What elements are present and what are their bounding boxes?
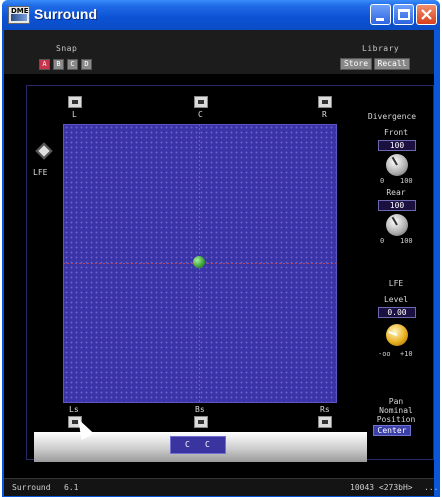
status-mode: 6.1	[64, 483, 79, 492]
speaker-label-r: R	[322, 110, 327, 119]
maximize-icon	[398, 9, 410, 20]
speaker-label-c: C	[198, 110, 203, 119]
center-button[interactable]: Center	[373, 425, 411, 436]
store-button[interactable]: Store	[340, 58, 372, 70]
lfe-level-value[interactable]: 0.00	[378, 307, 416, 318]
channel-left: C	[185, 440, 190, 449]
lfe-level-label: Level	[383, 295, 409, 304]
pan-position-label: Position	[376, 415, 416, 424]
close-button[interactable]	[416, 4, 437, 25]
maximize-button[interactable]	[393, 4, 414, 25]
divergence-rear-value[interactable]: 100	[378, 200, 416, 211]
speaker-icon-r[interactable]	[318, 96, 332, 108]
divergence-front-max: 100	[400, 177, 413, 185]
speaker-label-rs: Rs	[320, 405, 330, 414]
speaker-icon-bs[interactable]	[194, 416, 208, 428]
speaker-icon-l[interactable]	[68, 96, 82, 108]
status-bar: Surround 6.1 10043 <273bH> ...	[4, 478, 438, 496]
lfe-title: LFE	[388, 279, 404, 288]
status-memory: 10043 <273bH>	[350, 483, 413, 492]
status-name: Surround	[12, 483, 51, 492]
snap-button-d[interactable]: D	[81, 59, 92, 70]
snap-button-c[interactable]: C	[67, 59, 78, 70]
divergence-rear-label: Rear	[386, 188, 406, 197]
divergence-title: Divergence	[367, 112, 417, 121]
status-more[interactable]: ...	[424, 483, 438, 492]
channel-selector[interactable]: C C	[170, 436, 226, 454]
pan-nominal-label: Nominal	[379, 406, 413, 415]
library-label: Library	[362, 44, 400, 53]
speaker-label-lfe: LFE	[33, 168, 48, 177]
divergence-rear-knob[interactable]	[386, 214, 408, 236]
lfe-level-min: -oo	[378, 350, 391, 358]
pan-position-handle[interactable]	[193, 256, 205, 268]
app-icon[interactable]: DME	[8, 6, 30, 24]
title-bar[interactable]: DME Surround	[2, 0, 440, 30]
top-control-strip: Snap A B C D Library Store Recall	[4, 30, 434, 74]
lfe-level-knob[interactable]	[386, 324, 408, 346]
close-icon	[421, 9, 432, 20]
speaker-label-ls: Ls	[69, 405, 79, 414]
snap-button-b[interactable]: B	[53, 59, 64, 70]
speaker-icon-c[interactable]	[194, 96, 208, 108]
divergence-front-label: Front	[383, 128, 409, 137]
speaker-icon-rs[interactable]	[318, 416, 332, 428]
lfe-level-max: +10	[400, 350, 413, 358]
divergence-front-min: 0	[380, 177, 385, 185]
snap-label: Snap	[56, 44, 78, 53]
minimize-button[interactable]	[370, 4, 391, 25]
recall-button[interactable]: Recall	[374, 58, 410, 70]
window-title: Surround	[34, 6, 97, 22]
divergence-front-value[interactable]: 100	[378, 140, 416, 151]
snap-button-a[interactable]: A	[39, 59, 50, 70]
divergence-front-knob[interactable]	[386, 154, 408, 176]
divergence-rear-max: 100	[400, 237, 413, 245]
speaker-label-l: L	[72, 110, 77, 119]
pan-label: Pan	[388, 397, 404, 406]
channel-right: C	[205, 440, 210, 449]
speaker-label-bs: Bs	[195, 405, 205, 414]
divergence-rear-min: 0	[380, 237, 385, 245]
minimize-icon	[376, 18, 384, 21]
